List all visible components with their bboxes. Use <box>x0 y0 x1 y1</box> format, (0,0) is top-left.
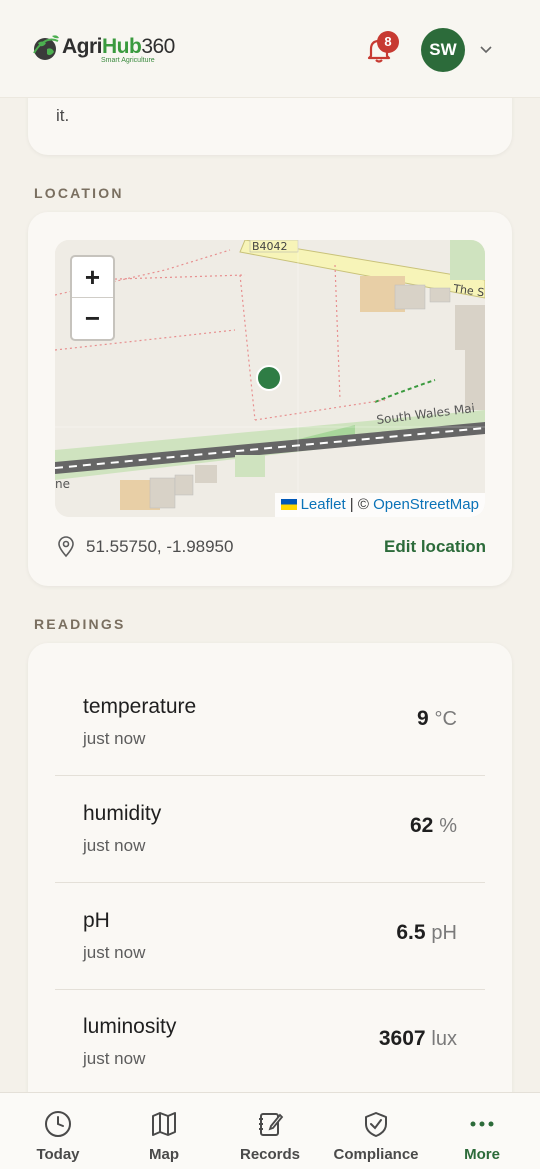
reading-time: just now <box>83 1049 146 1068</box>
description-text: it. <box>56 106 70 125</box>
ukraine-flag-icon <box>280 498 297 510</box>
app-logo[interactable]: AgriHub360 Smart Agriculture <box>32 33 177 67</box>
more-dots-icon <box>470 1121 494 1127</box>
leaflet-link[interactable]: Leaflet <box>301 496 346 513</box>
map-icon <box>152 1112 176 1136</box>
map-attribution: Leaflet | © OpenStreetMap <box>274 493 485 517</box>
location-map[interactable]: B4042 The S South Wales Mai ne + − Leafl… <box>55 240 485 517</box>
coordinates-row: 51.55750, -1.98950 Edit location <box>56 535 486 559</box>
avatar[interactable]: SW <box>421 28 465 72</box>
reading-time: just now <box>83 943 146 962</box>
reading-name: pH <box>83 909 110 932</box>
notebook-icon <box>259 1113 284 1136</box>
map-pin-icon <box>58 536 74 558</box>
readings-section-label: READINGS <box>34 616 126 632</box>
reading-name: temperature <box>83 695 197 718</box>
nav-label: Records <box>239 1146 301 1163</box>
bottom-nav: Today Map Records Compliance More <box>0 1092 540 1169</box>
chevron-down-icon[interactable] <box>478 42 494 58</box>
reading-row-temperature[interactable]: temperature just now 9 °C <box>55 669 485 776</box>
notification-badge: 8 <box>377 31 399 53</box>
reading-row-luminosity[interactable]: luminosity just now 3607 lux <box>55 989 485 1096</box>
nav-label: Compliance <box>333 1146 419 1163</box>
reading-value: 9 °C <box>417 707 457 730</box>
clock-icon <box>45 1111 71 1137</box>
reading-row-ph[interactable]: pH just now 6.5 pH <box>55 883 485 990</box>
location-marker[interactable] <box>256 365 282 391</box>
app-header: AgriHub360 Smart Agriculture 8 SW <box>0 0 540 98</box>
zoom-in-button[interactable]: + <box>72 257 113 298</box>
readings-card: temperature just now 9 °C humidity just … <box>28 643 512 1113</box>
attribution-separator: | © <box>349 496 369 513</box>
map-tiles: B4042 The S South Wales Mai ne <box>55 240 485 517</box>
edit-location-link[interactable]: Edit location <box>384 537 486 557</box>
reading-value: 62 % <box>410 814 457 837</box>
reading-time: just now <box>83 729 146 748</box>
map-place-label: ne <box>55 477 70 491</box>
nav-item-map[interactable]: Map <box>110 1093 218 1169</box>
coordinates-text: 51.55750, -1.98950 <box>86 537 234 556</box>
nav-item-records[interactable]: Records <box>216 1093 324 1169</box>
nav-item-compliance[interactable]: Compliance <box>322 1093 430 1169</box>
reading-value: 3607 lux <box>378 1027 457 1050</box>
reading-name: humidity <box>83 802 162 825</box>
globe-icon <box>33 35 59 60</box>
reading-value: 6.5 pH <box>396 921 457 944</box>
map-road-label: B4042 <box>252 240 288 253</box>
nav-label: More <box>464 1146 500 1163</box>
nav-item-more[interactable]: More <box>428 1093 536 1169</box>
location-card: B4042 The S South Wales Mai ne + − Leafl… <box>28 212 512 586</box>
logo-tagline: Smart Agriculture <box>101 57 155 64</box>
nav-item-today[interactable]: Today <box>4 1093 112 1169</box>
reading-row-humidity[interactable]: humidity just now 62 % <box>55 776 485 883</box>
nav-label: Today <box>36 1146 80 1163</box>
zoom-out-button[interactable]: − <box>72 298 113 339</box>
osm-link[interactable]: OpenStreetMap <box>373 496 479 513</box>
nav-label: Map <box>149 1146 179 1163</box>
location-section-label: LOCATION <box>34 185 124 201</box>
logo-wordmark: AgriHub360 <box>62 35 175 58</box>
reading-time: just now <box>83 836 146 855</box>
shield-check-icon <box>365 1112 387 1137</box>
reading-name: luminosity <box>83 1015 177 1038</box>
zoom-control: + − <box>70 255 115 341</box>
